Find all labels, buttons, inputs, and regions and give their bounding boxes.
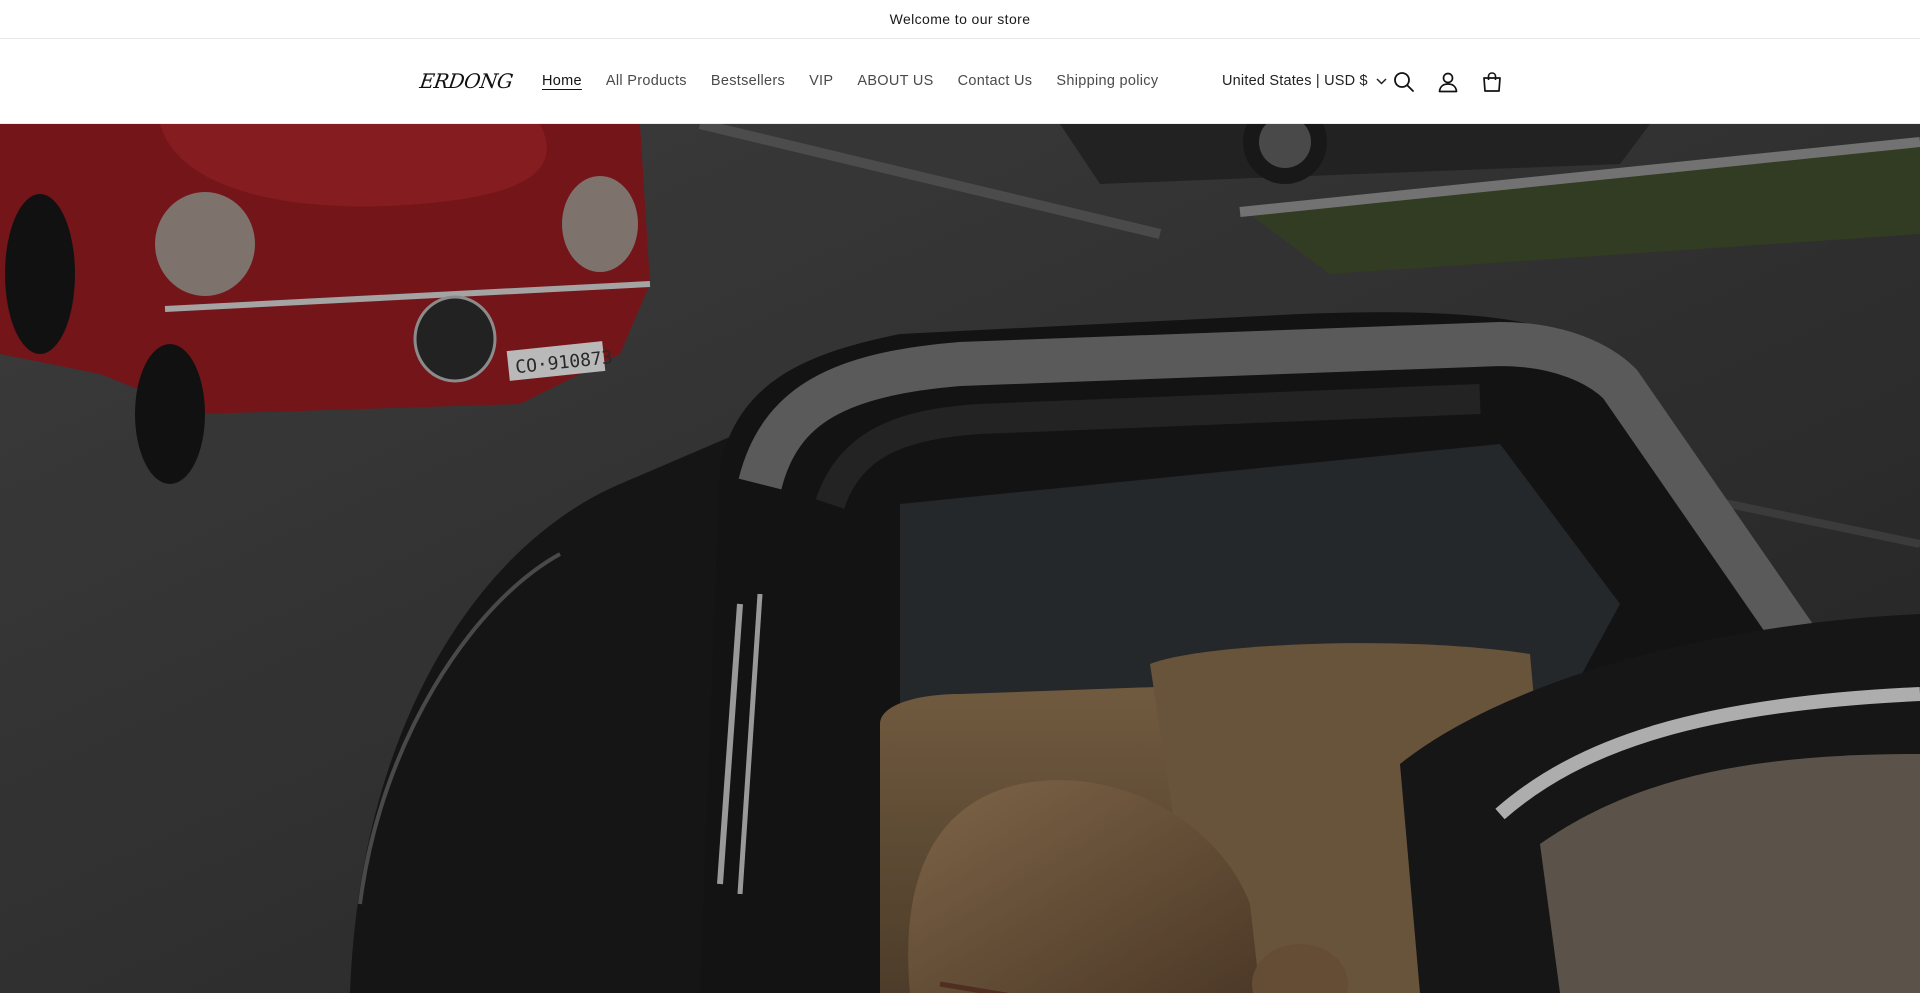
- chevron-down-icon: [1376, 77, 1387, 85]
- account-button[interactable]: [1432, 66, 1464, 98]
- store-logo[interactable]: ERDONG: [418, 69, 514, 93]
- nav-item-about-us[interactable]: ABOUT US: [845, 67, 945, 95]
- account-icon: [1438, 72, 1458, 93]
- nav-item-contact-us[interactable]: Contact Us: [946, 67, 1045, 95]
- cart-icon: [1483, 72, 1501, 92]
- nav-item-home[interactable]: Home: [530, 67, 594, 95]
- site-header: ERDONG Home All Products Bestsellers VIP…: [0, 39, 1920, 124]
- hero-image: CO·910873: [0, 124, 1920, 993]
- country-currency-selector[interactable]: United States | USD $: [1222, 39, 1387, 123]
- nav-item-bestsellers[interactable]: Bestsellers: [699, 67, 797, 95]
- search-button[interactable]: [1388, 66, 1420, 98]
- locale-label: United States | USD $: [1222, 73, 1368, 89]
- nav-item-vip[interactable]: VIP: [797, 67, 845, 95]
- announcement-bar: Welcome to our store: [0, 0, 1920, 39]
- hero-banner[interactable]: CO·910873: [0, 124, 1920, 993]
- announcement-text: Welcome to our store: [889, 11, 1031, 27]
- cart-button[interactable]: [1476, 66, 1508, 98]
- main-nav: Home All Products Bestsellers VIP ABOUT …: [530, 39, 1170, 123]
- nav-item-all-products[interactable]: All Products: [594, 67, 699, 95]
- nav-item-shipping-policy[interactable]: Shipping policy: [1044, 67, 1170, 95]
- search-icon: [1394, 72, 1414, 92]
